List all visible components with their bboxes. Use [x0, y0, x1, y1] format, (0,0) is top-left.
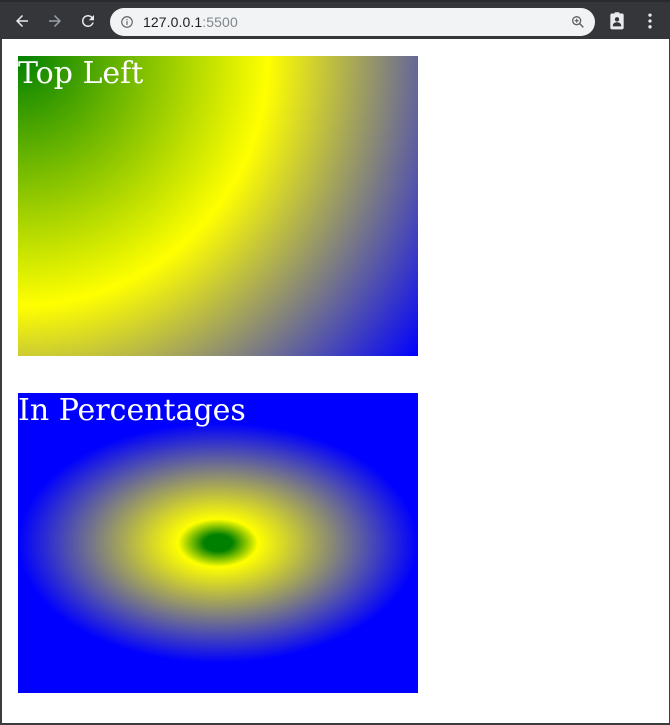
address-bar[interactable]: 127.0.0.1:5500 [110, 8, 595, 36]
back-button[interactable] [10, 9, 34, 33]
gradient-box-top-left: Top Left [18, 56, 418, 356]
kebab-menu-icon[interactable] [640, 11, 660, 31]
browser-window: 127.0.0.1:5500 Top Left In Percentages [0, 0, 670, 725]
box-label-percentages: In Percentages [18, 393, 246, 428]
clipboard-badge-icon[interactable] [607, 11, 627, 31]
reload-icon [82, 14, 94, 27]
gradient-box-percentages: In Percentages [18, 393, 418, 693]
page-viewport: Top Left In Percentages [1, 39, 669, 723]
reload-button[interactable] [76, 9, 100, 33]
arrow-right-icon [49, 15, 61, 27]
zoom-icon[interactable] [570, 14, 586, 30]
info-icon[interactable] [120, 15, 134, 29]
box-label-top-left: Top Left [18, 56, 144, 91]
arrow-left-icon [16, 15, 28, 27]
forward-button[interactable] [43, 9, 67, 33]
browser-toolbar: 127.0.0.1:5500 [0, 0, 670, 39]
url-host: 127.0.0.1 [143, 14, 203, 30]
url-text[interactable]: 127.0.0.1:5500 [143, 14, 238, 30]
url-port: :5500 [202, 14, 238, 30]
